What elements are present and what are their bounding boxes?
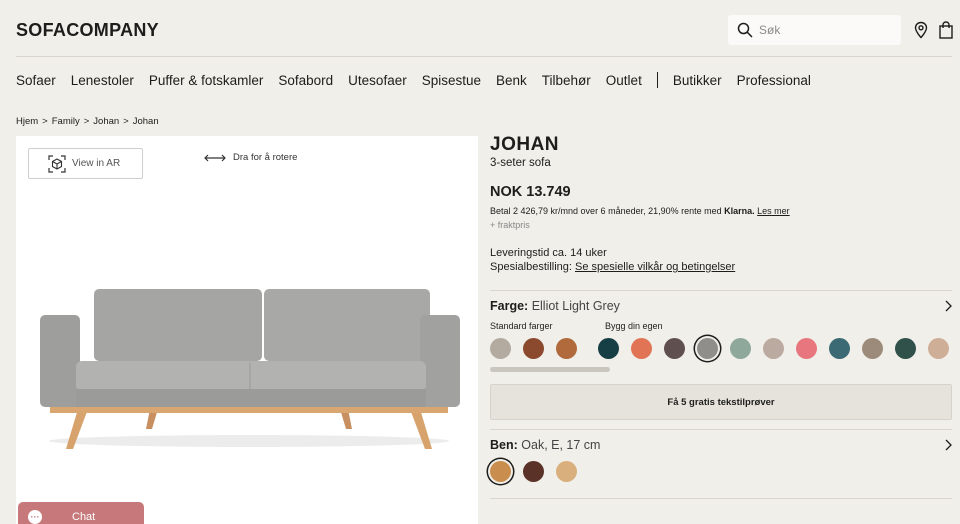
leg-swatch[interactable] — [556, 461, 577, 482]
leg-option-label: Ben: — [490, 438, 518, 452]
divider — [490, 429, 952, 430]
product-title: JOHAN — [490, 134, 560, 155]
nav-item-utesofaer[interactable]: Utesofaer — [348, 73, 407, 88]
breadcrumb-johan-collection[interactable]: Johan — [93, 116, 119, 127]
color-swatch-custom[interactable] — [928, 338, 949, 359]
view-in-ar-label: View in AR — [72, 158, 121, 169]
color-option-value: Elliot Light Grey — [531, 299, 620, 313]
ar-cube-icon — [48, 154, 66, 173]
nav-item-sofaer[interactable]: Sofaer — [16, 73, 56, 88]
klarna-read-more-link[interactable]: Les mer — [757, 206, 790, 216]
klarna-info: Betal 2 426,79 kr/mnd over 6 måneder, 21… — [490, 206, 952, 216]
color-swatch-custom[interactable] — [796, 338, 817, 359]
freight-price-link[interactable]: + fraktpris — [490, 220, 952, 230]
divider — [490, 498, 952, 499]
breadcrumb-current: Johan — [132, 116, 159, 127]
color-swatch-custom[interactable] — [697, 338, 718, 359]
product-price: NOK 13.749 — [490, 184, 571, 200]
leg-swatch[interactable] — [490, 461, 511, 482]
nav-item-butikker[interactable]: Butikker — [673, 73, 722, 88]
color-group-labels: Standard farger Bygg din egen — [490, 321, 952, 331]
color-option-row[interactable]: Farge: Elliot Light Grey — [490, 299, 952, 313]
nav-item-tilbehor[interactable]: Tilbehør — [542, 73, 591, 88]
color-swatch-custom[interactable] — [895, 338, 916, 359]
chat-label: Chat — [72, 511, 96, 523]
nav-separator — [656, 72, 658, 88]
special-terms-link[interactable]: Se spesielle vilkår og betingelser — [575, 261, 735, 273]
header-divider — [16, 56, 952, 57]
custom-colors-label: Bygg din egen — [605, 321, 663, 331]
chevron-right-icon — [945, 300, 952, 312]
color-swatch-custom[interactable] — [829, 338, 850, 359]
color-swatch-standard[interactable] — [556, 338, 577, 359]
color-option-label: Farge: — [490, 299, 529, 313]
delivery-time: Leveringstid ca. 14 uker — [490, 247, 607, 259]
color-swatch-custom[interactable] — [598, 338, 619, 359]
nav-item-lenestoler[interactable]: Lenestoler — [71, 73, 134, 88]
site-logo[interactable]: SOFACOMPANY — [16, 20, 159, 41]
rotate-hint-label: Dra for å rotere — [233, 152, 298, 163]
leg-swatches — [490, 461, 952, 482]
nav-item-sofabord[interactable]: Sofabord — [278, 73, 333, 88]
view-in-ar-button[interactable]: View in AR — [28, 148, 143, 179]
leg-option-row[interactable]: Ben: Oak, E, 17 cm — [490, 438, 952, 452]
breadcrumb-home[interactable]: Hjem — [16, 116, 38, 127]
nav-item-outlet[interactable]: Outlet — [606, 73, 642, 88]
search-icon — [737, 22, 753, 38]
nav-item-benk[interactable]: Benk — [496, 73, 527, 88]
search-input[interactable] — [759, 23, 889, 37]
product-info: JOHAN 3-seter sofa NOK 13.749 Betal 2 42… — [490, 134, 952, 499]
free-samples-button[interactable]: Få 5 gratis tekstilprøver — [490, 384, 952, 420]
rotate-hint: Dra for å rotere — [204, 152, 297, 163]
product-viewer[interactable]: View in AR Dra for å rotere — [16, 136, 478, 524]
leg-swatch[interactable] — [523, 461, 544, 482]
special-order-label: Spesialbestilling: — [490, 261, 572, 273]
breadcrumb-separator: > — [42, 116, 48, 127]
nav-item-puffer[interactable]: Puffer & fotskamler — [149, 73, 264, 88]
color-swatch-standard[interactable] — [523, 338, 544, 359]
sofa-image — [40, 289, 460, 449]
swatch-scrollbar[interactable] — [490, 367, 952, 372]
klarna-text: Betal 2 426,79 kr/mnd over 6 måneder, 21… — [490, 206, 725, 216]
color-swatch-standard[interactable] — [490, 338, 511, 359]
color-swatch-custom[interactable] — [631, 338, 652, 359]
breadcrumb-separator: > — [83, 116, 90, 127]
color-swatch-custom[interactable] — [763, 338, 784, 359]
color-swatch-custom[interactable] — [664, 338, 685, 359]
color-swatch-custom[interactable] — [730, 338, 751, 359]
special-order: Spesialbestilling: Se spesielle vilkår o… — [490, 261, 952, 273]
breadcrumb: Hjem > Family > Johan > Johan — [16, 116, 163, 127]
divider — [490, 290, 952, 291]
chat-bubble-icon — [28, 510, 42, 524]
search-box[interactable] — [728, 15, 901, 45]
breadcrumb-family[interactable]: Family — [52, 116, 80, 127]
nav-item-spisestue[interactable]: Spisestue — [422, 73, 481, 88]
main-nav: Sofaer Lenestoler Puffer & fotskamler So… — [16, 72, 826, 88]
color-swatch-custom[interactable] — [862, 338, 883, 359]
color-swatches — [490, 338, 952, 359]
leg-option-value: Oak, E, 17 cm — [521, 438, 601, 452]
swatch-scrollbar-thumb[interactable] — [490, 367, 611, 372]
breadcrumb-separator: > — [123, 116, 129, 127]
cart-icon[interactable] — [938, 21, 954, 39]
klarna-brand: Klarna. — [724, 206, 755, 216]
chat-button[interactable]: Chat — [18, 502, 144, 524]
rotate-arrows-icon — [204, 154, 226, 161]
product-subtitle: 3-seter sofa — [490, 157, 551, 169]
store-locator-icon[interactable] — [913, 21, 929, 39]
nav-item-professional[interactable]: Professional — [737, 73, 811, 88]
chevron-right-icon — [945, 439, 952, 451]
standard-colors-label: Standard farger — [490, 321, 553, 331]
